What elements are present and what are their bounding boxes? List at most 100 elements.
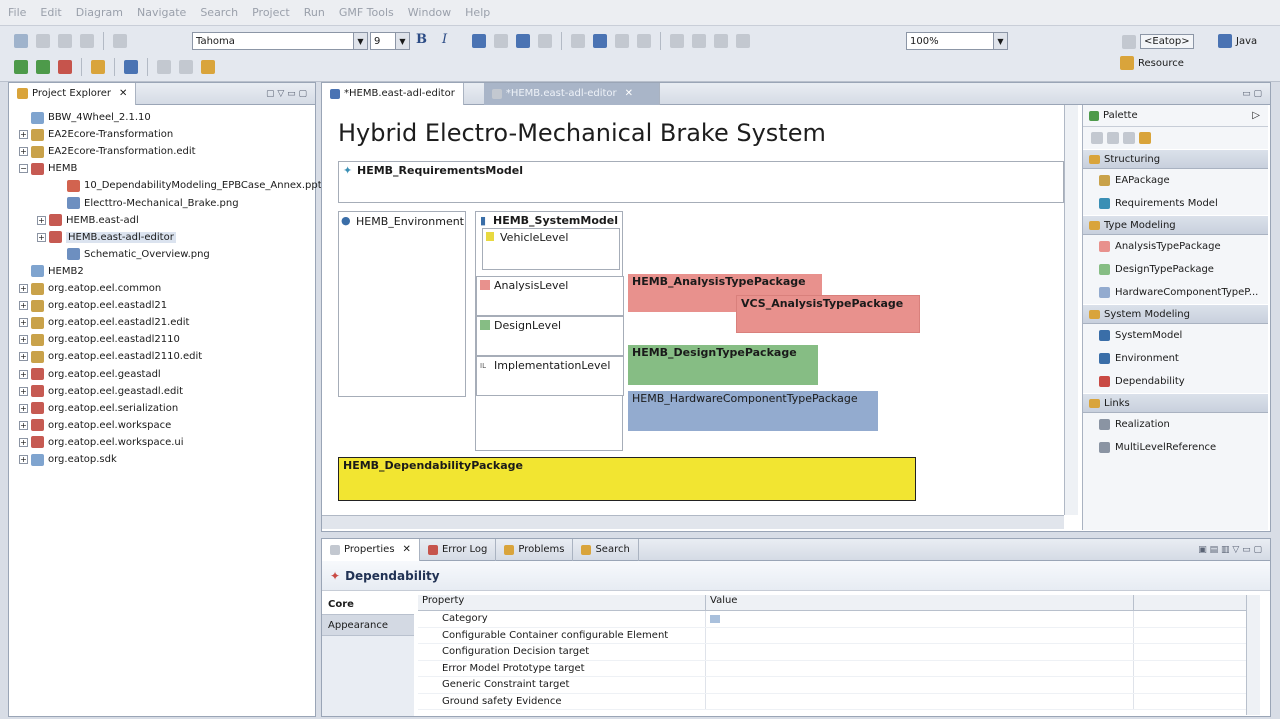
arrange-icon[interactable] — [571, 34, 585, 48]
tree-item[interactable]: + org.eatop.eel.eastadl2110.edit — [19, 348, 202, 365]
tree-item[interactable]: + org.eatop.eel.workspace.ui — [19, 434, 184, 451]
table-row[interactable]: Generic Constraint target — [418, 677, 1258, 694]
table-row[interactable]: Configuration Decision target — [418, 644, 1258, 661]
menu-item-file[interactable]: File — [8, 6, 26, 19]
zoom-out-tool-icon[interactable] — [1123, 132, 1135, 144]
expand-icon[interactable]: + — [19, 403, 28, 413]
font-color-icon[interactable] — [472, 34, 486, 48]
menu-item-gmf-tools[interactable]: GMF Tools — [339, 6, 394, 19]
menu-item-run[interactable]: Run — [304, 6, 325, 19]
gmf-icon[interactable] — [113, 34, 127, 48]
chevron-down-icon[interactable]: ▼ — [353, 33, 367, 49]
tab-editor-1[interactable]: *HEMB.east-adl-editor — [322, 82, 464, 105]
select-tool-icon[interactable] — [1091, 132, 1103, 144]
note-tool-icon[interactable] — [1139, 132, 1151, 144]
debug-icon[interactable] — [14, 60, 28, 74]
fit-icon[interactable] — [736, 34, 750, 48]
table-row[interactable]: Configurable Container configurable Elem… — [418, 627, 1258, 644]
menu-item-search[interactable]: Search — [200, 6, 238, 19]
tree-item[interactable]: Schematic_Overview.png — [55, 246, 210, 263]
tree-item[interactable]: 10_DependabilityModeling_EPBCase_Annex.p… — [55, 177, 322, 194]
expand-icon[interactable]: + — [19, 301, 28, 311]
minimize-maximize-icon[interactable]: ▢ ▽ ▭ ▢ — [266, 89, 307, 99]
search-icon[interactable] — [124, 60, 138, 74]
property-value[interactable] — [706, 677, 1134, 693]
palette-group-1[interactable]: Type Modeling — [1083, 215, 1268, 235]
distribute-icon[interactable] — [637, 34, 651, 48]
palette-tool[interactable]: EAPackage — [1083, 169, 1268, 192]
expand-icon[interactable]: + — [19, 369, 28, 379]
expand-icon[interactable]: + — [19, 130, 28, 140]
tree-item[interactable]: + HEMB.east-adl — [37, 212, 139, 229]
zoom-in-icon[interactable] — [692, 34, 706, 48]
palette-tool[interactable]: SystemModel — [1083, 324, 1268, 347]
property-value[interactable] — [706, 627, 1134, 643]
expand-icon[interactable]: + — [37, 232, 46, 242]
analysis-level-node[interactable]: AnalysisLevel — [476, 276, 624, 316]
minimize-maximize-icon[interactable]: ▭ ▢ — [1242, 89, 1262, 99]
line-color-icon[interactable] — [516, 34, 530, 48]
expand-icon[interactable]: + — [19, 147, 28, 157]
tree-item[interactable]: − HEMB — [19, 160, 77, 177]
palette-tool[interactable]: Dependability — [1083, 370, 1268, 393]
palette-tool[interactable]: AnalysisTypePackage — [1083, 235, 1268, 258]
collapse-icon[interactable]: − — [19, 164, 28, 174]
palette-group-3[interactable]: Links — [1083, 393, 1268, 413]
palette-tool[interactable]: Requirements Model — [1083, 192, 1268, 215]
property-value[interactable] — [706, 693, 1134, 709]
tab-properties[interactable]: Properties ✕ — [322, 538, 420, 561]
design-level-node[interactable]: DesignLevel — [476, 316, 624, 356]
expand-icon[interactable]: + — [19, 386, 28, 396]
collapse-palette-icon[interactable]: ▷ — [1252, 110, 1260, 121]
tree-item[interactable]: + org.eatop.eel.eastadl21 — [19, 297, 167, 314]
palette-tool[interactable]: HardwareComponentTypeP... — [1083, 281, 1268, 304]
bold-button[interactable]: B — [416, 32, 427, 47]
property-value[interactable] — [706, 660, 1134, 676]
tree-item[interactable]: Electtro-Mechanical_Brake.png — [55, 195, 239, 212]
tree-item[interactable]: BBW_4Wheel_2.1.10 — [19, 109, 151, 126]
expand-icon[interactable]: + — [19, 284, 28, 293]
close-icon[interactable]: ✕ — [119, 88, 127, 99]
annotation-icon[interactable] — [157, 60, 171, 74]
palette-tool[interactable]: MultiLevelReference — [1083, 436, 1268, 459]
forward-icon[interactable] — [201, 60, 215, 74]
line-style-icon[interactable] — [538, 34, 552, 48]
tree-item[interactable]: + org.eatop.eel.geastadl — [19, 366, 161, 383]
italic-button[interactable]: I — [442, 32, 447, 47]
align-icon[interactable] — [593, 34, 607, 48]
perspective-resource[interactable]: Resource — [1116, 56, 1184, 70]
table-row[interactable]: Ground safety Evidence — [418, 693, 1258, 710]
close-icon[interactable]: ✕ — [625, 88, 633, 99]
palette-group-0[interactable]: Structuring — [1083, 149, 1268, 169]
side-tab-appearance[interactable]: Appearance — [322, 615, 414, 636]
tab-problems[interactable]: Problems — [496, 538, 574, 561]
horizontal-scrollbar[interactable] — [322, 515, 1064, 529]
back-icon[interactable] — [179, 60, 193, 74]
perspective-java[interactable]: Java — [1214, 34, 1257, 48]
tab-editor-2[interactable]: *HEMB.east-adl-editor ✕ — [483, 82, 660, 105]
tree-item[interactable]: + org.eatop.eel.eastadl2110 — [19, 331, 180, 348]
tab-error-log[interactable]: Error Log — [420, 538, 497, 561]
close-icon[interactable]: ✕ — [403, 544, 411, 555]
expand-icon[interactable]: + — [19, 318, 28, 328]
tree-item[interactable]: HEMB2 — [19, 263, 84, 280]
select-all-icon[interactable] — [670, 34, 684, 48]
column-header-property[interactable]: Property — [418, 595, 706, 610]
save-all-icon[interactable] — [58, 34, 72, 48]
palette-group-2[interactable]: System Modeling — [1083, 304, 1268, 324]
menu-item-window[interactable]: Window — [408, 6, 451, 19]
chevron-down-icon[interactable]: ▼ — [395, 33, 409, 49]
property-value[interactable] — [706, 611, 1134, 627]
system-model-node[interactable]: ▮ HEMB_SystemModel VehicleLevel Analysis… — [475, 211, 624, 451]
tree-item[interactable]: + org.eatop.eel.common — [19, 280, 161, 297]
external-tools-icon[interactable] — [58, 60, 72, 74]
tree-item[interactable]: + org.eatop.eel.geastadl.edit — [19, 383, 183, 400]
tree-item[interactable]: + org.eatop.eel.eastadl21.edit — [19, 314, 189, 331]
chevron-down-icon[interactable]: ▼ — [993, 33, 1007, 49]
side-tab-core[interactable]: Core — [322, 594, 414, 615]
menu-item-navigate[interactable]: Navigate — [137, 6, 186, 19]
vcs-analysis-type-package[interactable]: VCS_AnalysisTypePackage — [736, 295, 920, 333]
tree-item[interactable]: + org.eatop.sdk — [19, 451, 117, 468]
perspective-eatop[interactable]: <Eatop> — [1118, 34, 1194, 49]
tree-item[interactable]: + EA2Ecore-Transformation.edit — [19, 143, 196, 160]
